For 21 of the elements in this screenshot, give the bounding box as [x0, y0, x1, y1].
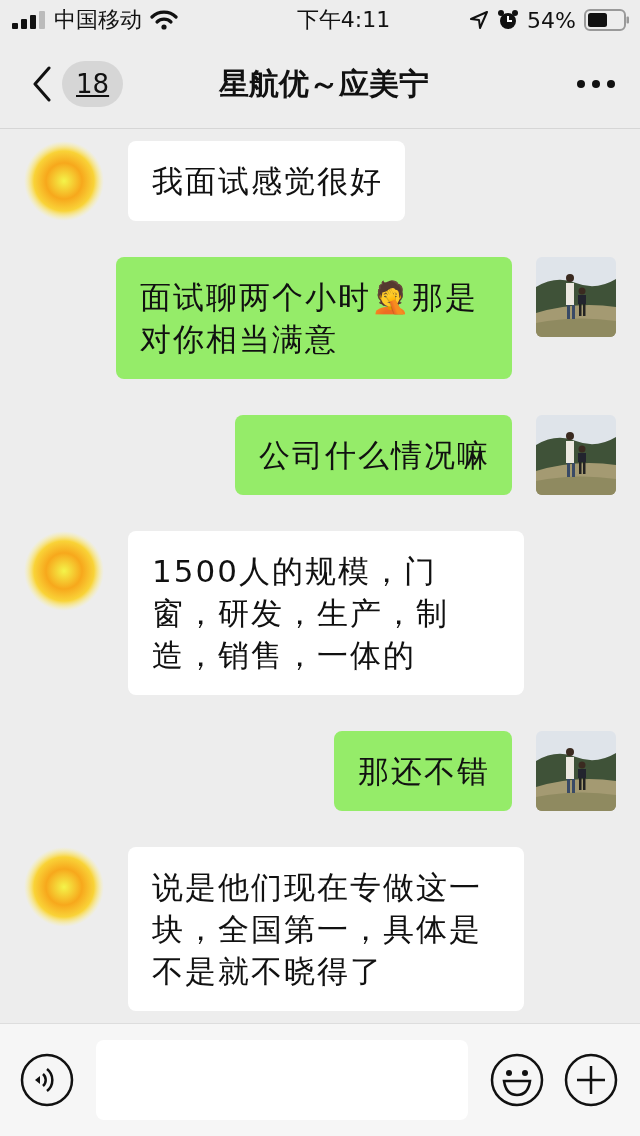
message-bubble: 公司什么情况嘛 [235, 415, 512, 495]
more-icon[interactable] [576, 79, 616, 89]
message-bubble: 1500人的规模，门窗，研发，生产，制造，销售，一体的 [128, 531, 524, 695]
status-time: 下午4:11 [296, 6, 391, 34]
message-bubble: 那还不错 [334, 731, 512, 811]
plus-icon[interactable] [564, 1053, 618, 1107]
voice-icon[interactable] [20, 1053, 74, 1107]
emoji-icon[interactable] [490, 1053, 544, 1107]
message-bubble: 说是他们现在专做这一块，全国第一，具体是不是就不晓得了 [128, 847, 524, 1011]
chat-title: 星航优～应美宁 [218, 64, 430, 103]
battery-percent: 54% [527, 7, 576, 33]
alarm-clock-icon [497, 9, 520, 31]
wifi-icon [150, 10, 178, 30]
battery-icon [584, 9, 630, 31]
back-icon[interactable] [32, 66, 52, 102]
carrier-name: 中国移动 [54, 6, 142, 34]
signal-icon [12, 11, 46, 29]
location-arrow-icon [469, 10, 490, 30]
message-bubble: 我面试感觉很好 [128, 141, 405, 221]
unread-count-badge[interactable]: 18 [62, 61, 124, 107]
message-bubble: 面试聊两个小时🤦那是对你相当满意 [116, 257, 512, 379]
